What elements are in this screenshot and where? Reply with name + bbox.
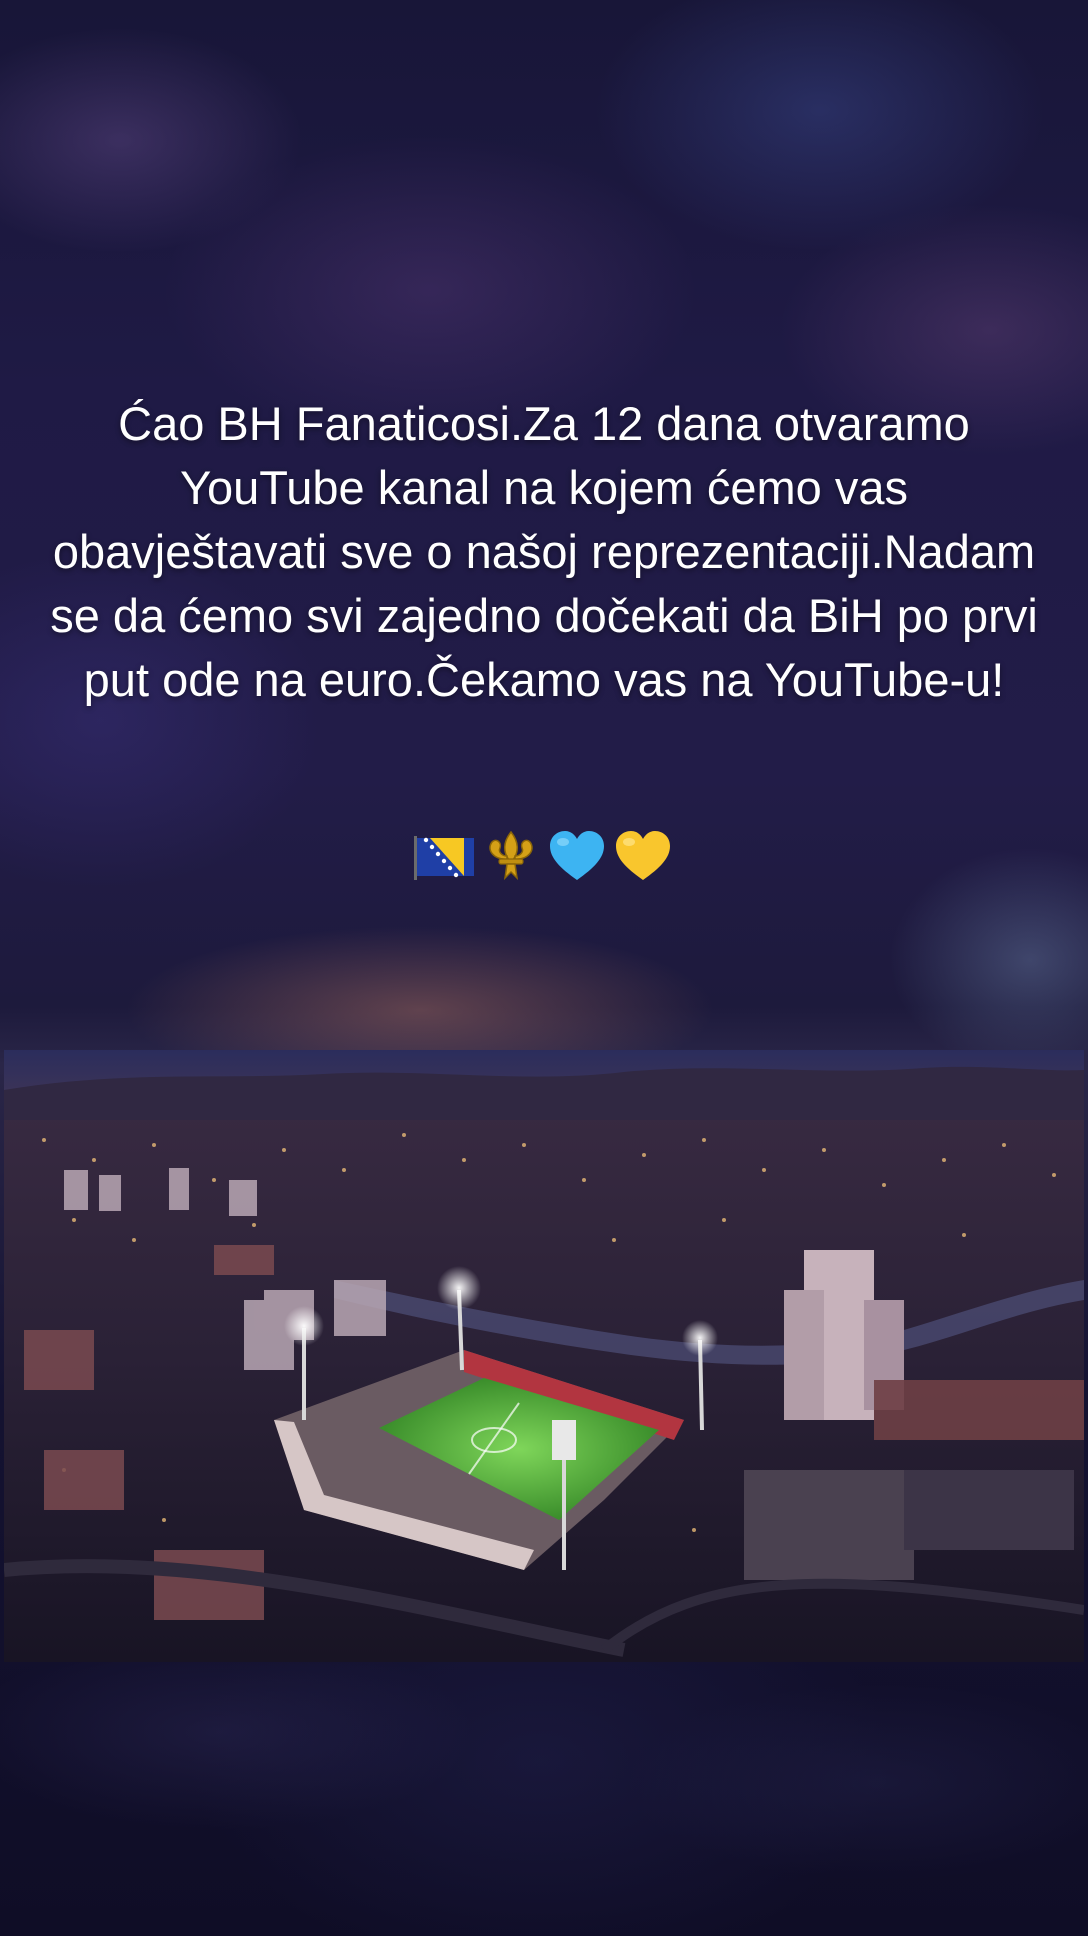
post-caption: Ćao BH Fanaticosi.Za 12 dana otvaramo Yo… <box>50 397 1038 706</box>
yellow-heart-icon <box>616 831 670 880</box>
story-view: Ćao BH Fanaticosi.Za 12 dana otvaramo Yo… <box>0 0 1088 1936</box>
emoji-row <box>0 826 1088 886</box>
bottom-background <box>0 1662 1088 1936</box>
bosnia-flag-icon <box>414 836 474 880</box>
fleur-de-lis-icon <box>489 830 533 881</box>
stadium-photo <box>4 1050 1084 1662</box>
blue-heart-icon <box>550 831 604 880</box>
